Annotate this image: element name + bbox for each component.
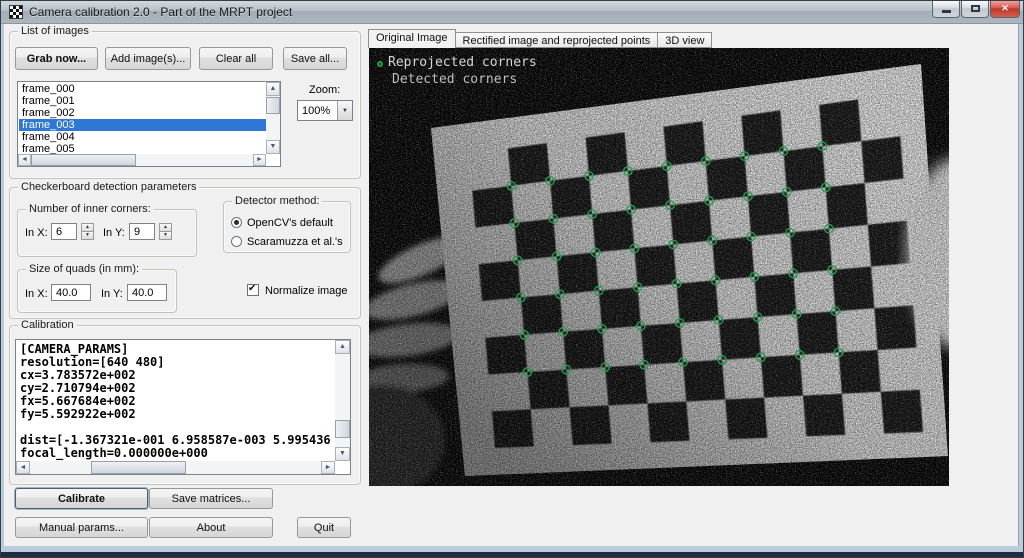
in-y-label: In Y:	[101, 288, 123, 300]
list-item[interactable]: frame_004	[19, 131, 266, 143]
reprojected-marker-icon	[377, 61, 383, 67]
list-item[interactable]: frame_002	[19, 107, 266, 119]
list-vscroll-thumb[interactable]	[266, 97, 280, 114]
checkerboard-photo	[369, 48, 949, 486]
clear-all-button[interactable]: Clear all	[199, 47, 273, 70]
image-legend: Reprojected corners Detected corners	[377, 54, 537, 88]
tab-3d-view[interactable]: 3D view	[657, 32, 712, 48]
group-label: Calibration	[18, 319, 77, 331]
scroll-down-icon[interactable]: ▼	[335, 447, 350, 461]
radio-opencv-default[interactable]	[231, 217, 242, 228]
zoom-value: 100%	[298, 105, 337, 117]
about-button[interactable]: About	[149, 517, 273, 538]
app-window: Camera calibration 2.0 - Part of the MRP…	[0, 0, 1024, 558]
close-button[interactable]: ✕	[990, 1, 1020, 18]
group-label: Size of quads (in mm):	[26, 263, 142, 275]
corners-y-stepper[interactable]: ▲ ▼	[159, 223, 172, 240]
group-label: Number of inner corners:	[26, 203, 154, 215]
app-checkerboard-icon	[9, 5, 23, 19]
save-all-button[interactable]: Save all...	[283, 47, 347, 70]
list-item[interactable]: frame_005	[19, 143, 266, 154]
maximize-button[interactable]	[961, 1, 989, 18]
calibrate-button[interactable]: Calibrate	[15, 488, 148, 509]
window-frame-bottom	[1, 552, 1024, 558]
list-item[interactable]: frame_003	[19, 119, 266, 131]
in-x-label: In X:	[25, 288, 48, 300]
group-label: Detector method:	[232, 195, 322, 207]
corners-y-field[interactable]: 9	[129, 223, 155, 240]
corners-x-stepper[interactable]: ▲ ▼	[81, 223, 94, 240]
title-bar: Camera calibration 2.0 - Part of the MRP…	[1, 1, 1024, 24]
group-label: Checkerboard detection parameters	[18, 181, 199, 193]
radio-scaramuzza-label: Scaramuzza et al.'s	[247, 236, 343, 248]
maximize-icon	[971, 5, 980, 12]
scroll-right-icon[interactable]: ►	[321, 461, 335, 474]
in-x-label: In X:	[25, 227, 48, 239]
normalize-image-checkbox[interactable]	[247, 284, 259, 296]
legend-detected: Detected corners	[392, 72, 517, 87]
in-y-label: In Y:	[103, 227, 125, 239]
scroll-up-icon[interactable]: ▲	[266, 82, 280, 96]
quad-x-field[interactable]: 40.0	[51, 284, 91, 301]
scroll-up-icon[interactable]: ▲	[335, 340, 350, 354]
radio-opencv-label: OpenCV's default	[247, 217, 333, 229]
radio-scaramuzza[interactable]	[231, 236, 242, 247]
calibration-textarea[interactable]: [CAMERA_PARAMS] resolution=[640 480] cx=…	[15, 339, 351, 475]
tab-rectified-image[interactable]: Rectified image and reprojected points	[455, 32, 659, 48]
camera-image-view: Reprojected corners Detected corners	[369, 48, 949, 486]
image-list-items: frame_000frame_001frame_002frame_003fram…	[19, 83, 266, 154]
add-images-button[interactable]: Add image(s)...	[105, 47, 191, 70]
group-label: List of images	[18, 25, 92, 37]
quit-button[interactable]: Quit	[297, 517, 351, 538]
calib-vscroll-thumb[interactable]	[335, 420, 350, 438]
list-item[interactable]: frame_001	[19, 95, 266, 107]
calib-hscroll-thumb[interactable]	[91, 461, 186, 474]
zoom-label: Zoom:	[309, 84, 340, 96]
normalize-image-label: Normalize image	[265, 285, 348, 297]
grab-now-button[interactable]: Grab now...	[15, 47, 98, 70]
image-list[interactable]: frame_000frame_001frame_002frame_003fram…	[17, 81, 281, 167]
scroll-left-icon[interactable]: ◄	[18, 154, 31, 166]
chevron-down-icon[interactable]: ▼	[337, 101, 352, 120]
tab-original-image[interactable]: Original Image	[368, 29, 456, 48]
scroll-left-icon[interactable]: ◄	[16, 461, 30, 474]
spin-down-icon[interactable]: ▼	[159, 231, 172, 240]
manual-params-button[interactable]: Manual params...	[15, 517, 148, 538]
list-hscroll-thumb[interactable]	[31, 154, 136, 166]
close-icon: ✕	[1001, 3, 1009, 13]
list-item[interactable]: frame_000	[19, 83, 266, 95]
window-title: Camera calibration 2.0 - Part of the MRP…	[29, 5, 292, 19]
minimize-icon	[942, 10, 951, 13]
view-tabs: Original Image Rectified image and repro…	[368, 29, 711, 48]
spin-down-icon[interactable]: ▼	[81, 231, 94, 240]
save-matrices-button[interactable]: Save matrices...	[149, 488, 273, 509]
legend-reprojected: Reprojected corners	[388, 55, 537, 70]
minimize-button[interactable]	[932, 1, 960, 18]
calibration-output: [CAMERA_PARAMS] resolution=[640 480] cx=…	[20, 343, 333, 461]
scroll-right-icon[interactable]: ►	[253, 154, 266, 166]
calib-vscroll[interactable]	[335, 340, 350, 461]
quad-y-field[interactable]: 40.0	[127, 284, 167, 301]
corners-x-field[interactable]: 6	[51, 223, 77, 240]
zoom-select[interactable]: 100% ▼	[297, 100, 353, 121]
scroll-down-icon[interactable]: ▼	[266, 140, 280, 154]
